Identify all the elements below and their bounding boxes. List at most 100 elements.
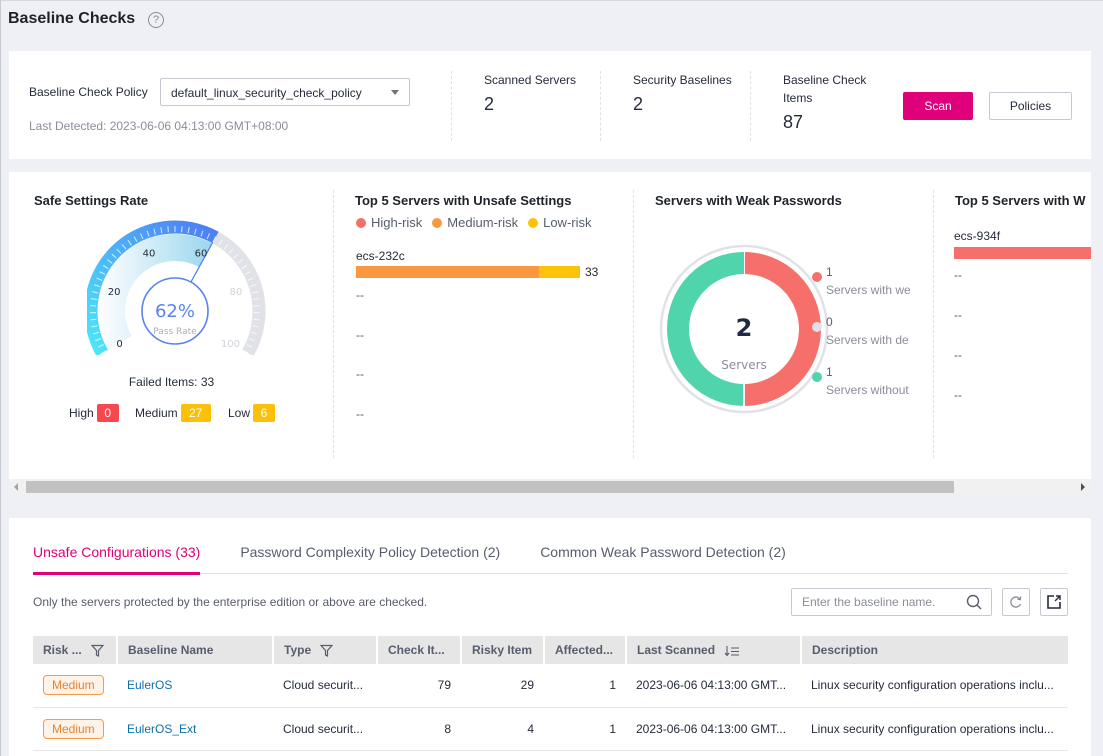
baseline-name-link[interactable]: EulerOS (127, 678, 172, 692)
edition-note: Only the servers protected by the enterp… (33, 595, 428, 609)
sort-icon[interactable] (724, 645, 740, 657)
col-description[interactable]: Description (801, 636, 1068, 664)
tab-common-weak-password[interactable]: Common Weak Password Detection (2) (540, 544, 786, 574)
stat-label: Baseline Check Items (783, 73, 867, 105)
gauge-svg: 62% Pass Rate 0 20 40 60 80 100 (84, 220, 266, 357)
divider (933, 190, 934, 458)
marker-without (812, 372, 822, 382)
col-last-scanned[interactable]: Last Scanned (626, 636, 802, 664)
export-icon (1047, 595, 1061, 609)
scrollbar-thumb[interactable] (26, 481, 954, 493)
risk-medium: Medium 27 (135, 404, 211, 422)
empty-server: -- (954, 348, 962, 362)
pass-rate-gauge: 62% Pass Rate 0 20 40 60 80 100 (84, 205, 267, 360)
col-type[interactable]: Type (273, 636, 378, 664)
cell-risky-items: 4 (461, 707, 544, 751)
empty-server: -- (954, 388, 962, 402)
legend-dot-icon (432, 218, 443, 228)
donut-segment[interactable] (667, 252, 745, 406)
weak-passwords-title: Servers with Weak Passwords (655, 193, 842, 208)
col-baseline-name[interactable]: Baseline Name (117, 636, 274, 664)
legend-low[interactable]: Low-risk (528, 215, 592, 230)
col-affected[interactable]: Affected... (544, 636, 627, 664)
risk-level-tag: Medium (43, 718, 104, 739)
page-title: Baseline Checks (8, 10, 136, 27)
divider (633, 190, 634, 458)
filter-icon[interactable] (91, 644, 105, 658)
refresh-button[interactable] (1002, 588, 1030, 616)
col-risky-items[interactable]: Risky Item (461, 636, 545, 664)
cell-check-items: 79 (377, 664, 461, 708)
baseline-name-link[interactable]: EulerOS_Ext (127, 722, 196, 736)
legend-label: High-risk (371, 215, 423, 230)
divider (333, 190, 334, 458)
empty-server: -- (954, 268, 962, 282)
scroll-right-icon[interactable] (1081, 483, 1085, 491)
unsafe-legend: High-risk Medium-risk Low-risk (356, 215, 592, 230)
gauge-tick-label: 60 (195, 249, 208, 260)
help-icon[interactable]: ? (148, 12, 164, 28)
scroll-left-icon[interactable] (14, 483, 18, 491)
cell-last-scanned: 2023-06-06 04:13:00 GMT... (626, 707, 801, 751)
tab-password-complexity[interactable]: Password Complexity Policy Detection (2) (240, 544, 500, 574)
policy-select[interactable]: default_linux_security_check_policy (160, 78, 410, 106)
bar-value: 33 (585, 265, 599, 279)
col-risk[interactable]: Risk ... (33, 636, 118, 664)
stat-label: Security Baselines (633, 73, 732, 87)
gauge-tick (167, 226, 169, 233)
weak-bar[interactable] (954, 247, 1091, 259)
legend-label: Low-risk (543, 215, 592, 230)
gauge-tick-label: 100 (221, 339, 240, 350)
table-row[interactable]: Medium EulerOS Cloud securit... 79 29 1 … (33, 664, 1068, 708)
gauge-tick-label: 20 (108, 287, 121, 298)
horizontal-scrollbar[interactable] (9, 479, 1091, 494)
stat-value: 2 (633, 94, 644, 114)
table-row[interactable]: Medium EulerOS_Ext Cloud securit... 8 4 … (33, 707, 1068, 751)
gauge-center-label: Pass Rate (153, 327, 197, 337)
legend-label: Servers with we (826, 283, 911, 297)
baseline-search[interactable] (791, 588, 992, 616)
cell-affected: 1 (544, 707, 626, 751)
weak-password-donut: 2 Servers (659, 244, 829, 414)
cell-type: Cloud securit... (273, 707, 377, 751)
gauge-tick (181, 226, 183, 233)
scan-button[interactable]: Scan (903, 92, 973, 120)
gauge-tick (253, 318, 260, 321)
unsafe-top5-title: Top 5 Servers with Unsafe Settings (355, 193, 572, 208)
risk-label: High (69, 406, 94, 420)
legend-high[interactable]: High-risk (356, 215, 422, 230)
column-label: Risk ... (43, 642, 82, 657)
refresh-icon (1010, 596, 1022, 608)
gauge-tick-label: 80 (230, 287, 243, 298)
donut-segment[interactable] (743, 252, 821, 406)
empty-server: -- (356, 407, 364, 421)
col-check-items[interactable]: Check It... (377, 636, 462, 664)
last-detected: Last Detected: 2023-06-06 04:13:00 GMT+0… (29, 119, 289, 133)
marker-default (812, 322, 822, 332)
tab-unsafe-configurations[interactable]: Unsafe Configurations (33) (33, 544, 201, 575)
marker-weak (812, 272, 822, 282)
donut-legend-item: 1 Servers without (826, 365, 913, 397)
charts-card: Safe Settings Rate 62% Pass Rate 02040 (9, 172, 1091, 494)
table-card: Unsafe Configurations (33) Password Comp… (9, 518, 1091, 756)
risk-count-badge: 27 (180, 404, 211, 422)
cell-risky-items: 29 (461, 664, 544, 708)
search-icon[interactable] (966, 594, 982, 610)
legend-medium[interactable]: Medium-risk (432, 215, 518, 230)
cell-type: Cloud securit... (273, 664, 377, 708)
empty-server: -- (356, 328, 364, 342)
search-input[interactable] (792, 589, 952, 615)
filter-icon[interactable] (320, 644, 334, 658)
baseline-table: Risk ... Baseline Name Type Check It... … (33, 636, 1068, 751)
risk-count-badge: 6 (253, 404, 276, 422)
policy-label: Baseline Check Policy (29, 85, 148, 99)
export-button[interactable] (1040, 588, 1068, 616)
risk-label: Medium (135, 406, 178, 420)
policies-button[interactable]: Policies (989, 92, 1072, 120)
empty-server: -- (356, 367, 364, 381)
unsafe-bar[interactable] (356, 266, 580, 278)
donut-legend-item: 1 Servers with we (826, 265, 913, 297)
legend-label: Medium-risk (447, 215, 519, 230)
cell-last-scanned: 2023-06-06 04:13:00 GMT... (626, 664, 801, 708)
column-label: Type (284, 642, 312, 657)
